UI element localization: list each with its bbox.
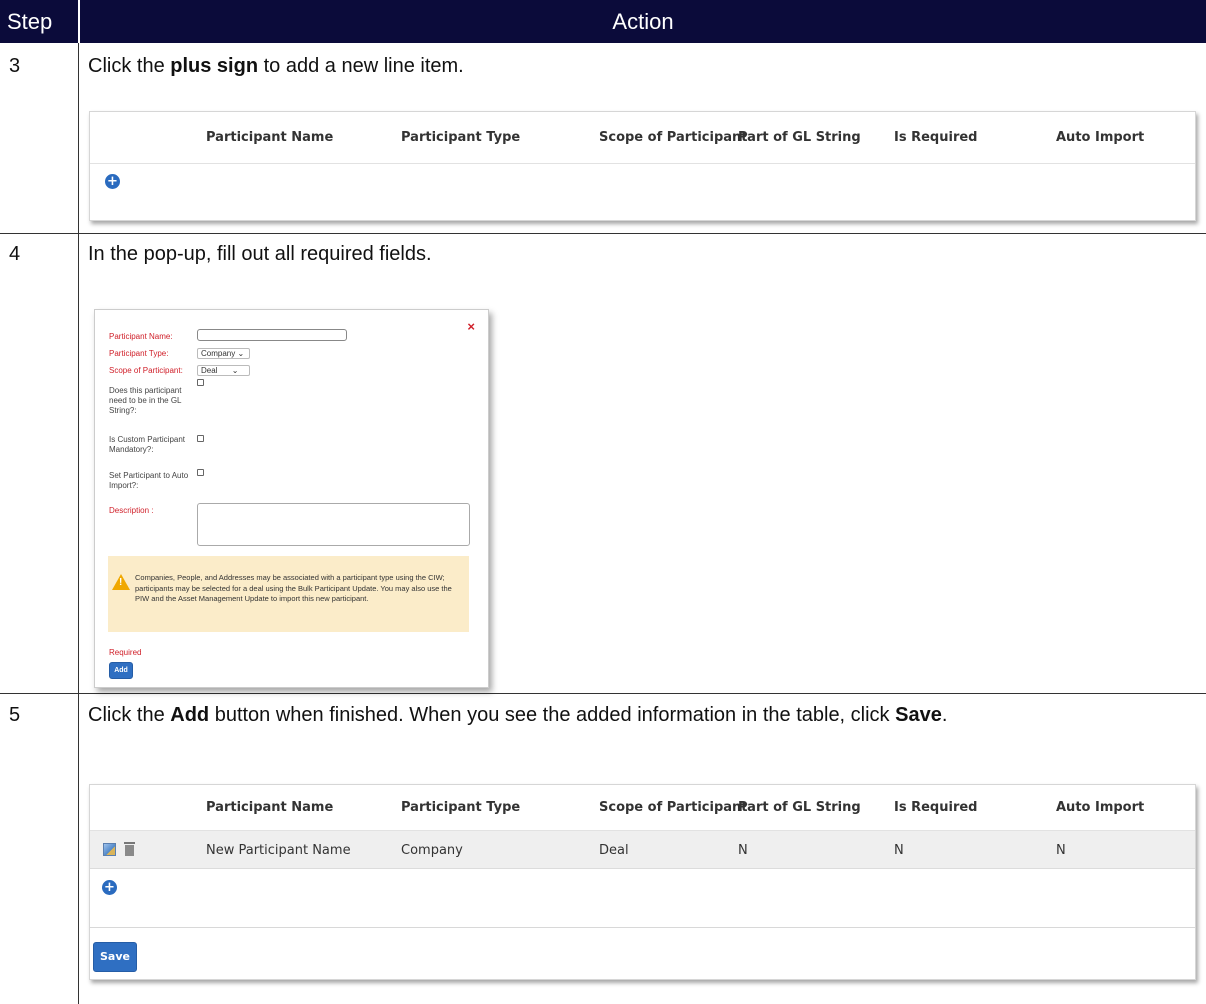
column-header: Auto Import [1056, 130, 1145, 145]
gl-string-checkbox[interactable] [197, 379, 204, 386]
column-header: Scope of Participant [599, 800, 748, 815]
column-header: Is Required [894, 800, 978, 815]
row-divider [0, 233, 1206, 234]
grid-header: Participant Name Participant Type Scope … [90, 785, 1195, 831]
scope-select[interactable]: Deal ⌄ [197, 365, 250, 376]
cell-participant-name: New Participant Name [206, 843, 351, 858]
custom-mandatory-label: Is Custom Participant Mandatory?: [109, 435, 186, 454]
chevron-down-icon: ⌄ [237, 349, 245, 358]
column-header: Part of GL String [738, 130, 861, 145]
cell-auto-import: N [1056, 843, 1066, 858]
grid-footer-divider [90, 927, 1195, 928]
custom-mandatory-checkbox[interactable] [197, 435, 204, 442]
save-button[interactable]: Save [93, 942, 137, 972]
warning-text: Companies, People, and Addresses may be … [135, 573, 452, 603]
cell-gl-string: N [738, 843, 748, 858]
step-instruction: In the pop-up, fill out all required fie… [88, 243, 432, 265]
column-header: Participant Type [401, 800, 521, 815]
column-divider [78, 43, 79, 1004]
description-textarea[interactable] [197, 503, 470, 546]
trash-icon[interactable] [124, 842, 135, 856]
add-participant-modal: × Participant Name: Participant Type: Co… [94, 309, 489, 688]
plus-circle-icon[interactable]: + [105, 174, 120, 189]
column-header: Is Required [894, 130, 978, 145]
participants-grid-empty: Participant Name Participant Type Scope … [89, 111, 1196, 221]
column-header: Auto Import [1056, 800, 1145, 815]
cell-is-required: N [894, 843, 904, 858]
header-action: Action [80, 0, 1206, 43]
column-header: Participant Name [206, 800, 334, 815]
participants-grid-filled: Participant Name Participant Type Scope … [89, 784, 1196, 980]
table-row[interactable]: New Participant Name Company Deal N N N [90, 831, 1195, 869]
header-step: Step [0, 0, 78, 43]
required-note: Required [109, 648, 142, 657]
grid-header: Participant Name Participant Type Scope … [90, 112, 1195, 164]
column-header: Part of GL String [738, 800, 861, 815]
warning-icon: ! [112, 574, 130, 590]
scope-label: Scope of Participant: [109, 366, 183, 375]
step-number: 3 [9, 55, 21, 77]
chevron-down-icon: ⌄ [231, 366, 239, 375]
step-instruction: Click the plus sign to add a new line it… [88, 55, 464, 77]
column-header: Participant Name [206, 130, 334, 145]
column-header: Participant Type [401, 130, 521, 145]
plus-circle-icon[interactable]: + [102, 880, 117, 895]
participant-type-label: Participant Type: [109, 349, 169, 358]
close-icon[interactable]: × [467, 319, 475, 334]
info-warning-box: ! Companies, People, and Addresses may b… [108, 556, 469, 632]
instruction-table: Step Action 3 Click the plus sign to add… [0, 0, 1206, 1004]
participant-name-input[interactable] [197, 329, 347, 341]
participant-type-select[interactable]: Company ⌄ [197, 348, 250, 359]
add-button[interactable]: Add [109, 662, 133, 679]
auto-import-checkbox[interactable] [197, 469, 204, 476]
cell-participant-type: Company [401, 843, 463, 858]
description-label: Description : [109, 506, 154, 515]
column-header: Scope of Participant [599, 130, 748, 145]
step-instruction: Click the Add button when finished. When… [88, 704, 948, 726]
row-divider [0, 693, 1206, 694]
step-number: 4 [9, 243, 21, 265]
gl-string-label: Does this participant need to be in the … [109, 386, 182, 415]
auto-import-label: Set Participant to Auto Import?: [109, 471, 189, 490]
edit-icon[interactable] [103, 843, 116, 856]
step-number: 5 [9, 704, 21, 726]
cell-scope: Deal [599, 843, 629, 858]
participant-name-label: Participant Name: [109, 332, 173, 341]
